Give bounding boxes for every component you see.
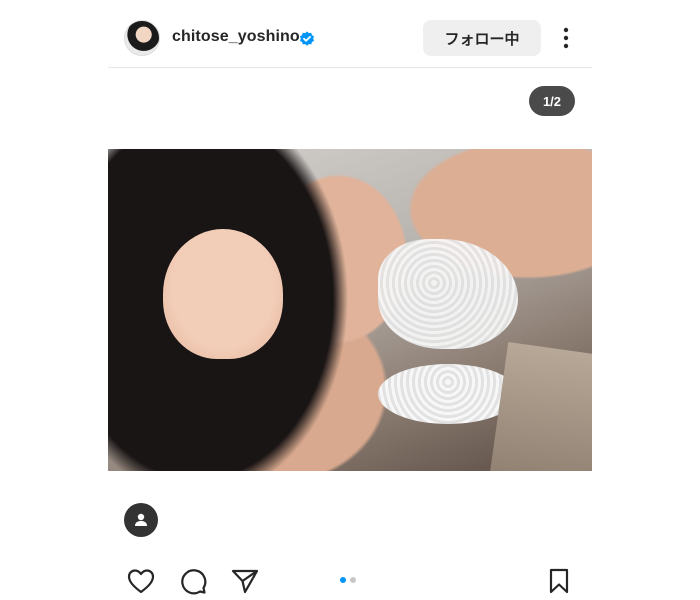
username[interactable]: chitose_yoshino xyxy=(172,28,300,46)
tagged-profile-icon[interactable] xyxy=(124,503,158,537)
send-icon[interactable] xyxy=(230,566,260,596)
photo-lace-shape xyxy=(378,239,518,349)
post-photo[interactable] xyxy=(108,149,592,471)
action-bar xyxy=(108,562,592,596)
verified-badge-icon xyxy=(299,31,315,47)
carousel-dot-active xyxy=(340,577,346,583)
carousel-dots xyxy=(340,576,360,584)
heart-icon[interactable] xyxy=(126,566,156,596)
following-button[interactable]: フォロー中 xyxy=(423,20,541,56)
photo-face-shape xyxy=(163,229,283,359)
carousel-dot xyxy=(350,577,356,583)
comment-icon[interactable] xyxy=(178,566,208,596)
avatar[interactable] xyxy=(124,20,160,56)
post-header: chitose_yoshino フォロー中 xyxy=(108,0,592,68)
photo-fabric-shape xyxy=(488,342,592,471)
post-container: chitose_yoshino フォロー中 1/2 xyxy=(108,0,592,600)
bookmark-icon[interactable] xyxy=(544,566,574,596)
carousel-counter: 1/2 xyxy=(529,86,575,116)
more-options-icon[interactable] xyxy=(554,24,578,52)
